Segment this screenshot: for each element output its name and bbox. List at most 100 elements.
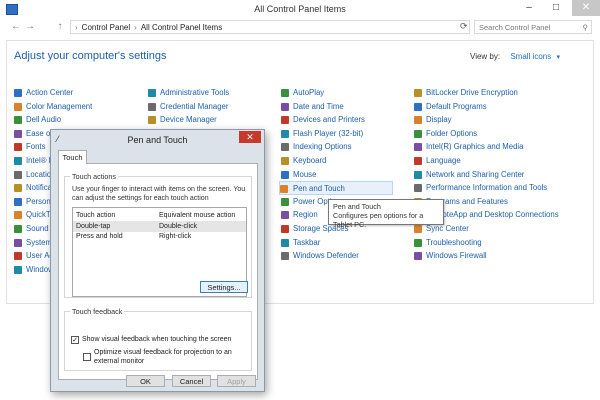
cp-item-color-management[interactable]: Color Management: [14, 100, 140, 114]
touch-tab-panel: Touch actions Use your finger to interac…: [58, 163, 258, 380]
cp-item-credential-manager[interactable]: Credential Manager: [148, 100, 229, 114]
cp-item-label: Sound: [26, 223, 49, 233]
cp-item-label: Administrative Tools: [160, 88, 230, 97]
breadcrumb-control-panel[interactable]: Control Panel: [82, 23, 130, 32]
cp-item-label: RemoteApp and Desktop Connections: [426, 210, 559, 220]
address-bar[interactable]: › Control Panel › All Control Panel Items: [70, 20, 470, 34]
page-heading: Adjust your computer's settings: [14, 50, 167, 62]
close-button[interactable]: ✕: [572, 0, 600, 16]
search-icon: ⚲: [582, 23, 589, 32]
tab-touch[interactable]: Touch: [58, 150, 87, 164]
flash-player-32-bit-icon: [281, 129, 289, 138]
cp-item-label: Display: [426, 115, 452, 125]
power-options-icon: [281, 197, 289, 206]
touch-actions-description: Use your finger to interact with items o…: [72, 186, 246, 202]
cp-item-network-and-sharing-center[interactable]: Network and Sharing Center: [414, 168, 559, 182]
cp-item-default-programs[interactable]: Default Programs: [414, 100, 559, 114]
intel-r-graphics-and-media-icon: [414, 143, 422, 152]
dialog-close-button[interactable]: ✕: [239, 131, 261, 143]
mouse-action-cell: Double-click: [159, 223, 198, 230]
back-button[interactable]: ←: [10, 21, 22, 33]
window-titlebar: All Control Panel Items – □ ✕: [0, 0, 600, 18]
mouse-icon: [281, 170, 289, 179]
items-column-4: BitLocker Drive Encryption Default Progra…: [414, 86, 559, 263]
touch-action-cell: Press and hold: [76, 233, 123, 240]
refresh-icon[interactable]: ⟳: [460, 21, 470, 33]
apply-button[interactable]: Apply: [217, 375, 256, 387]
tooltip-description: Configures pen options for a Tablet PC.: [333, 211, 424, 229]
cp-item-keyboard[interactable]: Keyboard: [281, 154, 393, 168]
cp-item-dell-audio[interactable]: Dell Audio: [14, 113, 140, 127]
cp-item-autoplay[interactable]: AutoPlay: [281, 86, 393, 100]
breadcrumb-separator: ›: [75, 23, 78, 32]
window-title: All Control Panel Items: [254, 4, 346, 14]
table-row[interactable]: Double-tap Double-click: [73, 222, 246, 232]
cp-item-performance-information-and-tools[interactable]: Performance Information and Tools: [414, 181, 559, 195]
administrative-tools-icon: [148, 89, 156, 97]
cp-item-mouse[interactable]: Mouse: [281, 168, 393, 182]
indexing-options-icon: [281, 143, 289, 152]
action-center-icon: [14, 89, 22, 97]
minimize-button[interactable]: –: [516, 0, 542, 16]
cp-item-devices-and-printers[interactable]: Devices and Printers: [281, 113, 393, 127]
touch-actions-group: Touch actions Use your finger to interac…: [64, 172, 252, 298]
user-accounts-icon: [14, 252, 22, 261]
cp-item-label: BitLocker Drive Encryption: [426, 88, 518, 97]
cp-item-label: Keyboard: [293, 155, 327, 165]
cp-item-label: Devices and Printers: [293, 115, 365, 125]
intel-rapid-storage-technology-icon: [14, 156, 22, 165]
forward-button[interactable]: →: [24, 21, 36, 33]
touch-action-cell: Double-tap: [76, 223, 111, 230]
cp-item-label: Language: [426, 155, 461, 165]
table-row[interactable]: Press and hold Right-click: [73, 232, 246, 242]
cp-item-label: Windows Defender: [293, 251, 359, 261]
cp-item-flash-player-32-bit[interactable]: Flash Player (32-bit): [281, 127, 393, 141]
chevron-down-icon[interactable]: ▾: [556, 54, 560, 61]
cp-item-label: Network and Sharing Center: [426, 169, 525, 179]
fonts-icon: [14, 143, 22, 152]
cp-item-bitlocker-drive-encryption[interactable]: BitLocker Drive Encryption: [414, 86, 559, 100]
system-icon: [14, 238, 22, 247]
mouse-action-cell: Right-click: [159, 233, 192, 240]
cp-item-pen-and-touch[interactable]: Pen and Touch: [279, 181, 393, 195]
visual-feedback-label: Show visual feedback when touching the s…: [82, 336, 232, 343]
cp-item-intel-r-graphics-and-media[interactable]: Intel(R) Graphics and Media: [414, 140, 559, 154]
cp-item-indexing-options[interactable]: Indexing Options: [281, 140, 393, 154]
visual-feedback-checkbox[interactable]: ✓: [71, 336, 79, 344]
search-placeholder: Search Control Panel: [479, 23, 551, 32]
cp-item-label: Taskbar: [293, 237, 321, 247]
pen-and-touch-icon: [280, 185, 288, 194]
cp-item-action-center[interactable]: Action Center: [14, 86, 140, 100]
ok-button[interactable]: OK: [126, 375, 165, 387]
cp-item-troubleshooting[interactable]: Troubleshooting: [414, 236, 559, 250]
network-and-sharing-center-icon: [414, 170, 422, 179]
device-manager-icon: [148, 116, 156, 125]
cp-item-display[interactable]: Display: [414, 113, 559, 127]
autoplay-icon: [281, 89, 289, 97]
column-header-mouse-action: Equivalent mouse action: [159, 212, 236, 219]
cp-item-device-manager[interactable]: Device Manager: [148, 113, 229, 127]
cp-item-windows-firewall[interactable]: Windows Firewall: [414, 249, 559, 263]
cp-item-language[interactable]: Language: [414, 154, 559, 168]
breadcrumb-all-items[interactable]: All Control Panel Items: [141, 23, 222, 32]
column-header-touch-action: Touch action: [76, 212, 116, 219]
cancel-button[interactable]: Cancel: [172, 375, 211, 387]
quicktime-icon: [14, 211, 22, 220]
windows-update-icon: [14, 265, 22, 274]
up-button[interactable]: ↑: [54, 21, 66, 33]
settings-button[interactable]: Settings...: [200, 281, 248, 293]
cp-item-label: Performance Information and Tools: [426, 183, 548, 193]
table-header: Touch action Equivalent mouse action: [73, 211, 246, 222]
cp-item-date-and-time[interactable]: Date and Time: [281, 100, 393, 114]
search-input[interactable]: Search Control Panel ⚲: [474, 20, 592, 34]
cp-item-taskbar[interactable]: Taskbar: [281, 236, 393, 250]
date-and-time-icon: [281, 102, 289, 111]
view-by-dropdown[interactable]: Small icons: [510, 52, 551, 61]
cp-item-windows-defender[interactable]: Windows Defender: [281, 249, 393, 263]
cp-item-folder-options[interactable]: Folder Options: [414, 127, 559, 141]
maximize-button[interactable]: □: [543, 0, 569, 16]
windows-firewall-icon: [414, 252, 422, 261]
projection-feedback-checkbox[interactable]: [83, 353, 91, 361]
cp-item-administrative-tools[interactable]: Administrative Tools: [148, 86, 229, 100]
location-settings-icon: [14, 170, 22, 179]
